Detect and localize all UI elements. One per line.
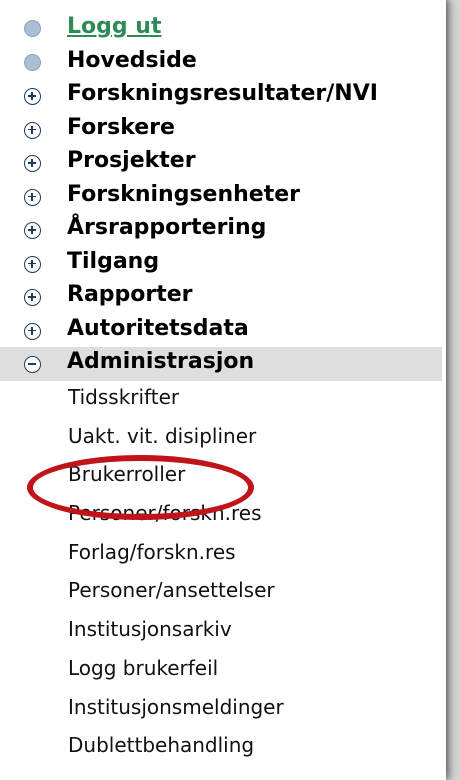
submenu-item-label[interactable]: Personer/ansettelser [68, 571, 275, 610]
menu-item-tilgang[interactable]: Tilgang [0, 247, 446, 281]
submenu-item-label[interactable]: Institusjonsmeldinger [68, 688, 284, 727]
submenu-item-label[interactable]: Institusjonsarkiv [68, 610, 232, 649]
submenu-item-forlag-forskn-res[interactable]: Forlag/forskn.res [0, 531, 446, 570]
collapse-minus-icon[interactable] [24, 356, 41, 373]
submenu-item-label[interactable]: Personer/forskn.res [68, 494, 262, 533]
bullet-icon [24, 53, 41, 71]
bullet-icon [24, 20, 41, 37]
menu-item-forskere[interactable]: Forskere [0, 113, 446, 147]
menu-item-label: Prosjekter [67, 148, 196, 173]
menu-item-forskningsenheter[interactable]: Forskningsenheter [0, 180, 446, 214]
menu-item-autoritetsdata[interactable]: Autoritetsdata [0, 314, 446, 348]
submenu-item-personer-ansettelser[interactable]: Personer/ansettelser [0, 569, 446, 608]
expand-plus-icon[interactable] [24, 155, 41, 172]
main-menu: Logg ut Hovedside Forskningsresultater/N… [0, 12, 446, 381]
menu-item-arsrapportering[interactable]: Årsrapportering [0, 213, 446, 247]
submenu-item-label[interactable]: Forlag/forskn.res [68, 533, 236, 572]
submenu-item-logg-brukerfeil[interactable]: Logg brukerfeil [0, 647, 446, 686]
menu-item-label: Forskningsenheter [67, 181, 300, 207]
expand-plus-icon[interactable] [24, 88, 41, 105]
menu-item-label: Administrasjon [67, 349, 255, 374]
menu-item-label: Årsrapportering [67, 215, 267, 240]
menu-item-label: Rapporter [67, 282, 193, 307]
expand-plus-icon[interactable] [24, 188, 41, 206]
submenu-item-dublettbehandling[interactable]: Dublettbehandling [0, 724, 446, 763]
submenu-item-institusjonsmeldinger[interactable]: Institusjonsmeldinger [0, 686, 446, 725]
menu-item-hovedside[interactable]: Hovedside [0, 46, 446, 80]
menu-item-forskningsresultater[interactable]: Forskningsresultater/NVI [0, 79, 446, 113]
expand-plus-icon[interactable] [24, 322, 41, 340]
menu-item-rapporter[interactable]: Rapporter [0, 280, 446, 314]
menu-item-prosjekter[interactable]: Prosjekter [0, 146, 446, 180]
expand-plus-icon[interactable] [24, 222, 41, 239]
submenu-item-tidsskrifter[interactable]: Tidsskrifter [0, 376, 446, 415]
submenu-item-institusjonsarkiv[interactable]: Institusjonsarkiv [0, 608, 446, 647]
submenu-item-label[interactable]: Dublettbehandling [68, 726, 254, 765]
submenu-item-personer-forskn-res[interactable]: Personer/forskn.res [0, 492, 446, 531]
expand-plus-icon[interactable] [24, 255, 41, 273]
menu-item-label: Autoritetsdata [67, 315, 249, 341]
menu-item-label: Forskningsresultater/NVI [67, 81, 378, 106]
expand-plus-icon[interactable] [24, 121, 41, 139]
administrasjon-submenu: Tidsskrifter Uakt. vit. disipliner Bruke… [0, 376, 446, 763]
menu-item-label: Hovedside [67, 47, 197, 73]
submenu-item-label[interactable]: Brukerroller [68, 455, 185, 494]
submenu-item-label[interactable]: Tidsskrifter [68, 378, 179, 417]
menu-item-label: Forskere [67, 114, 175, 140]
menu-item-label: Tilgang [67, 248, 160, 274]
submenu-item-uakt-vit-disipliner[interactable]: Uakt. vit. disipliner [0, 415, 446, 454]
submenu-item-brukerroller[interactable]: Brukerroller [0, 453, 446, 492]
menu-item-label[interactable]: Logg ut [67, 10, 161, 44]
navigation-panel: Logg ut Hovedside Forskningsresultater/N… [0, 0, 446, 780]
menu-item-logg-ut[interactable]: Logg ut [0, 12, 446, 46]
submenu-item-label[interactable]: Uakt. vit. disipliner [68, 417, 256, 456]
submenu-item-label[interactable]: Logg brukerfeil [68, 649, 218, 688]
expand-plus-icon[interactable] [24, 289, 41, 306]
